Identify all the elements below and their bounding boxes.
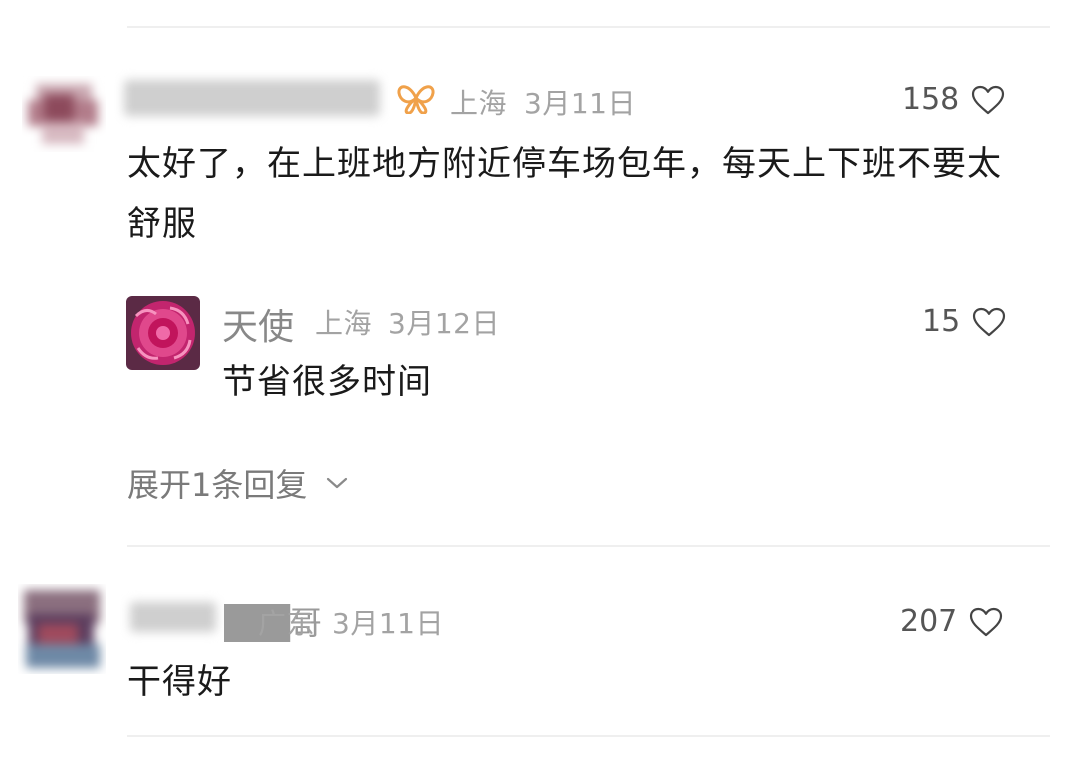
expand-replies-label: 展开1条回复 [127, 466, 308, 504]
comment-1-location: 上海 [450, 87, 508, 120]
avatar-comment-2[interactable] [18, 584, 106, 674]
avatar-reply-1[interactable] [126, 296, 200, 370]
comment-1-like-count: 158 [902, 82, 960, 117]
butterfly-badge-icon [396, 82, 436, 118]
comment-2-date: 3月11日 [332, 607, 444, 640]
comment-1-date: 3月11日 [524, 87, 636, 120]
avatar-comment-1[interactable] [22, 76, 106, 152]
heart-icon [970, 607, 1003, 636]
reply-1-like-button[interactable]: 15 [922, 304, 1006, 339]
reply-1-location: 上海 [315, 307, 373, 340]
divider-bottom [127, 735, 1050, 737]
reply-1-date: 3月12日 [388, 307, 500, 340]
comment-2-username[interactable]: ███哥 [130, 598, 322, 642]
reply-1-username[interactable]: 天使 [222, 298, 294, 350]
divider-top [127, 26, 1050, 28]
chevron-down-icon [327, 477, 348, 489]
reply-1-like-count: 15 [922, 304, 961, 339]
comment-2-like-button[interactable]: 207 [900, 604, 1003, 639]
expand-replies-button[interactable]: 展开1条回复 [127, 460, 349, 506]
comment-1-text: 太好了，在上班地方附近停车场包年，每天上下班不要太舒服 [127, 144, 1002, 244]
divider-middle [127, 545, 1050, 547]
reply-1-text: 节省很多时间 [222, 362, 432, 402]
comment-2-location: 广东 [258, 607, 316, 640]
comment-2-text: 干得好 [127, 662, 232, 702]
comment-2-like-count: 207 [900, 604, 958, 639]
comment-1-like-button[interactable]: 158 [902, 82, 1005, 117]
comment-1-username[interactable]: ████████ [124, 80, 380, 116]
heart-icon [972, 85, 1005, 114]
heart-icon [973, 307, 1006, 336]
